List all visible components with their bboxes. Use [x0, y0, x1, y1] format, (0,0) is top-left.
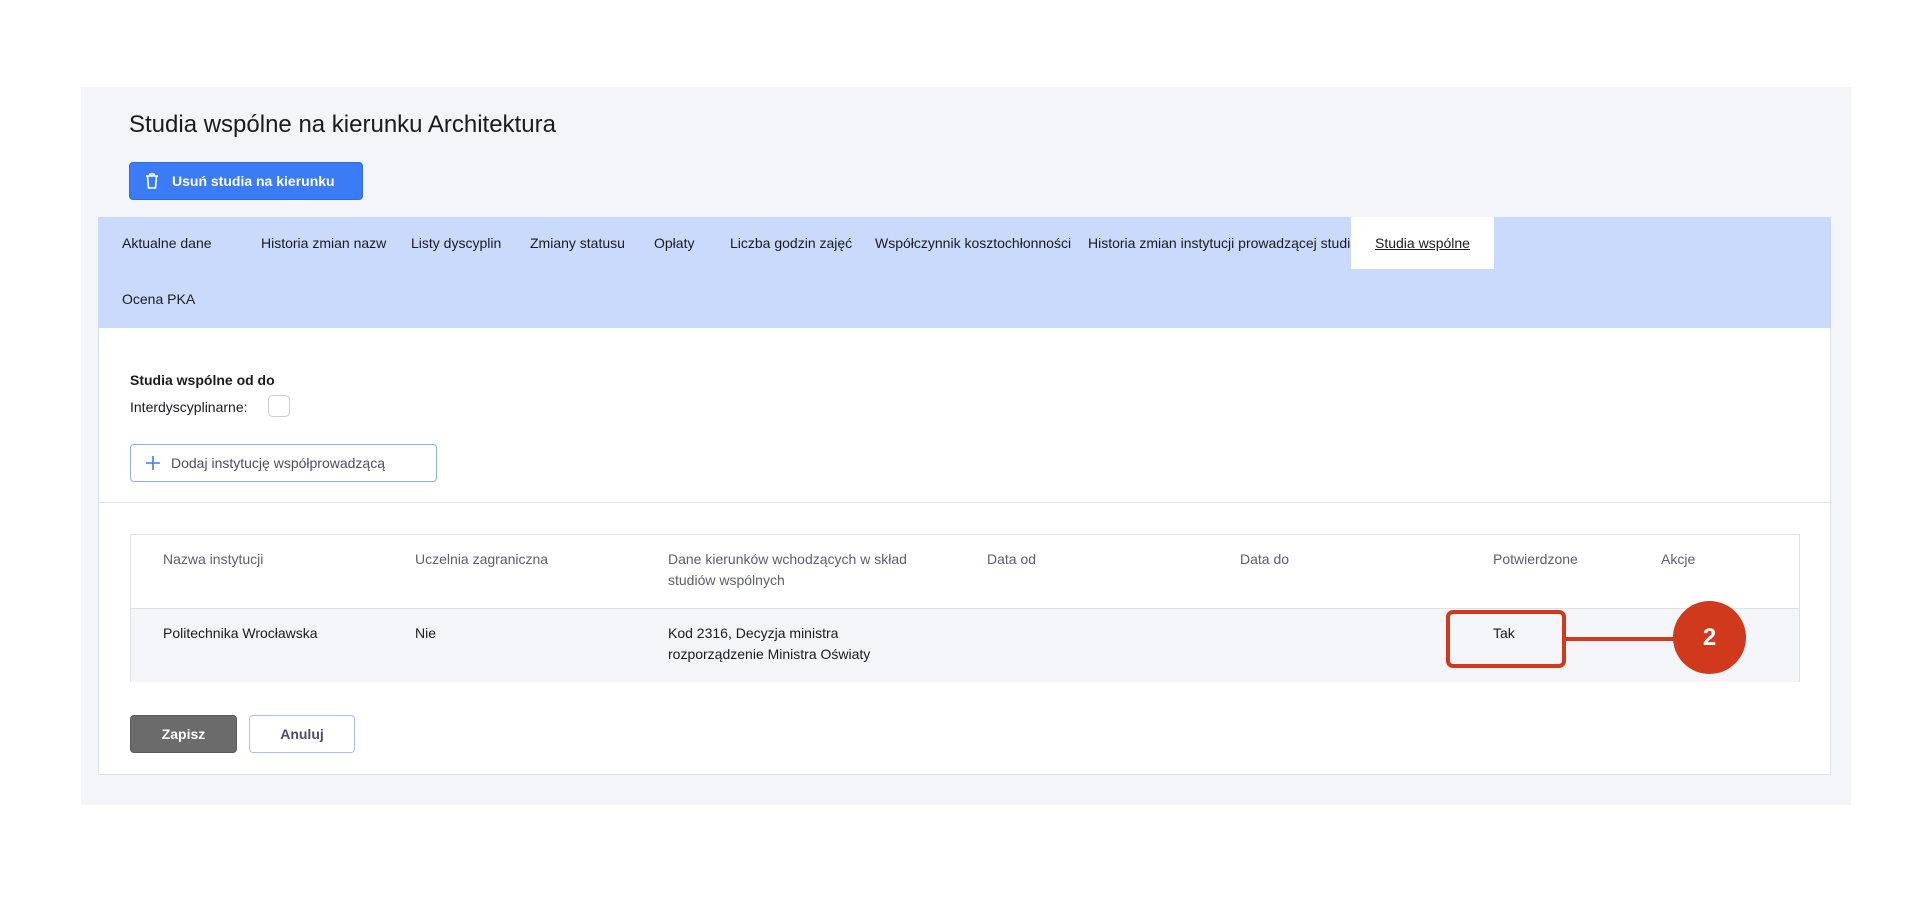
tab-institution-history[interactable]: Historia zmian instytucji prowadzącej st… — [1064, 217, 1382, 269]
header-date-from: Data od — [987, 551, 1037, 567]
header-date-to: Data do — [1240, 551, 1290, 567]
header-programs: Dane kierunków wchodzących w skład studi… — [668, 551, 907, 588]
tab-discipline-lists[interactable]: Listy dyscyplin — [387, 217, 525, 269]
delete-program-button[interactable]: Usuń studia na kierunku — [129, 162, 363, 200]
trash-icon — [146, 173, 158, 189]
header-actions: Akcje — [1661, 551, 1696, 567]
cell-institution-name: Politechnika Wrocławska — [163, 625, 318, 641]
table-header: Nazwa instytucji Uczelnia zagraniczna Da… — [131, 535, 1799, 609]
interdisciplinary-checkbox[interactable] — [268, 395, 290, 417]
cell-foreign-university: Nie — [415, 625, 437, 641]
tab-content: Studia wspólne od do Interdyscyplinarne:… — [98, 328, 1832, 775]
divider — [99, 502, 1832, 503]
cancel-button[interactable]: Anuluj — [249, 715, 355, 753]
add-institution-label: Dodaj instytucję współprowadzącą — [171, 455, 385, 471]
tab-current-data[interactable]: Aktualne dane — [98, 217, 236, 269]
interdisciplinary-label: Interdyscyplinarne: — [130, 399, 248, 415]
tab-cost-coefficient[interactable]: Współczynnik kosztochłonności — [851, 217, 1095, 269]
tab-bar: Aktualne dane Historia zmian nazw Listy … — [98, 217, 1831, 328]
delete-program-button-label: Usuń studia na kierunku — [172, 173, 335, 189]
tab-pka-assessment[interactable]: Ocena PKA — [98, 273, 219, 325]
tab-name-history[interactable]: Historia zmian nazw — [237, 217, 410, 269]
tab-status-changes[interactable]: Zmiany statusu — [506, 217, 649, 269]
page-title: Studia wspólne na kierunku Architektura — [129, 111, 556, 138]
save-button[interactable]: Zapisz — [130, 715, 237, 753]
section-title: Studia wspólne od do — [130, 372, 275, 388]
header-institution-name: Nazwa instytucji — [163, 551, 264, 567]
main-panel: Studia wspólne na kierunku Architektura … — [81, 87, 1851, 805]
plus-icon — [146, 456, 160, 470]
header-foreign-university: Uczelnia zagraniczna — [415, 551, 549, 567]
add-institution-button[interactable]: Dodaj instytucję współprowadzącą — [130, 444, 437, 482]
callout-connector — [1566, 637, 1676, 641]
header-confirmed: Potwierdzone — [1493, 551, 1578, 567]
callout-highlight-box — [1446, 610, 1566, 668]
cell-programs: Kod 2316, Decyzja ministra rozporządzeni… — [668, 625, 871, 662]
tab-joint-studies[interactable]: Studia wspólne — [1351, 217, 1494, 269]
callout-number-badge: 2 — [1673, 601, 1746, 674]
